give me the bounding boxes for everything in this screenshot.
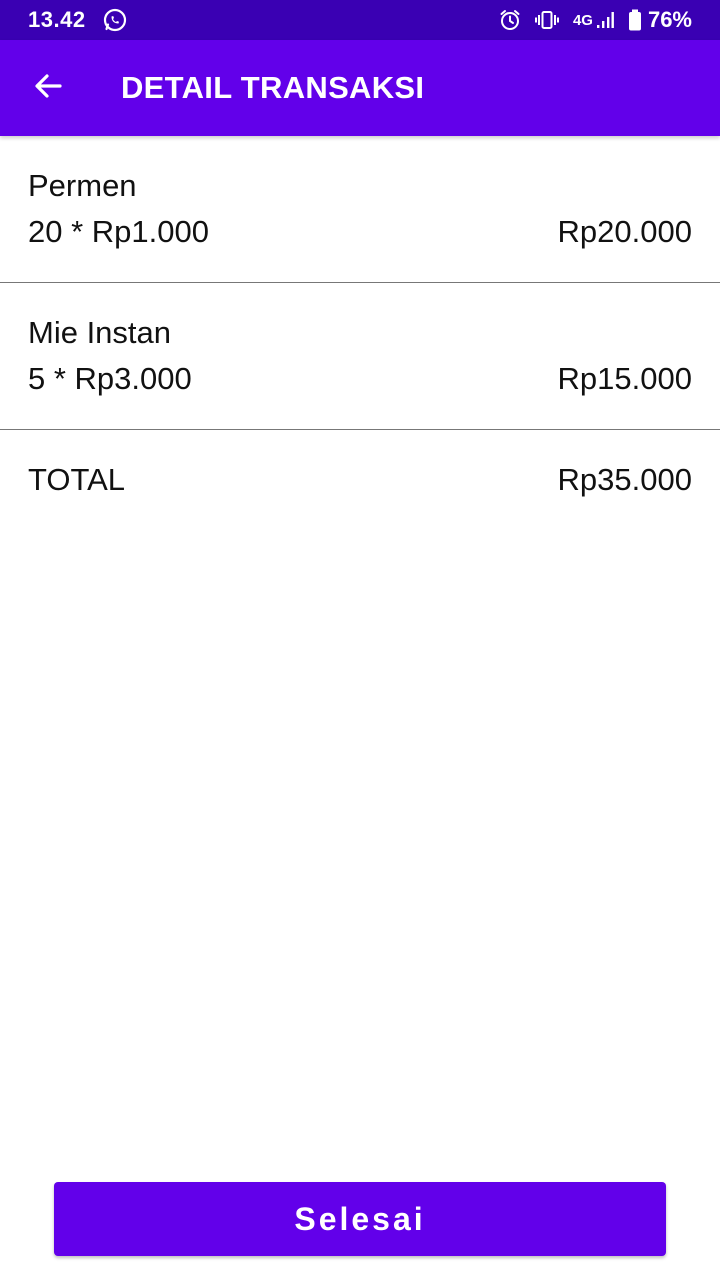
vibrate-icon <box>534 10 559 30</box>
signal-icon <box>596 11 614 29</box>
list-item: Mie Instan 5 * Rp3.000 Rp15.000 <box>0 283 720 430</box>
item-subtotal: Rp20.000 <box>557 214 692 249</box>
back-button[interactable] <box>24 64 72 112</box>
network-type: 4G <box>572 11 593 29</box>
list-item: Permen 20 * Rp1.000 Rp20.000 <box>0 136 720 283</box>
app-bar: DETAIL TRANSAKSI <box>0 40 720 136</box>
item-qty-price: 20 * Rp1.000 <box>28 214 209 249</box>
page-title: DETAIL TRANSAKSI <box>121 70 425 105</box>
total-value: Rp35.000 <box>557 462 692 497</box>
item-subtotal: Rp15.000 <box>557 361 692 396</box>
status-icons: 4G 76% <box>485 0 692 40</box>
arrow-back-icon <box>32 70 64 107</box>
finish-button[interactable]: Selesai <box>54 1182 666 1256</box>
total-label: TOTAL <box>28 462 126 497</box>
item-name: Permen <box>28 168 137 203</box>
battery-icon <box>628 9 642 31</box>
status-bar: 13.42 4G 76% <box>0 0 720 40</box>
item-qty-price: 5 * Rp3.000 <box>28 361 192 396</box>
status-time: 13.42 <box>28 7 86 32</box>
whatsapp-icon <box>103 8 127 32</box>
alarm-icon <box>499 9 521 31</box>
item-name: Mie Instan <box>28 315 172 350</box>
battery-percent: 76% <box>647 7 692 32</box>
